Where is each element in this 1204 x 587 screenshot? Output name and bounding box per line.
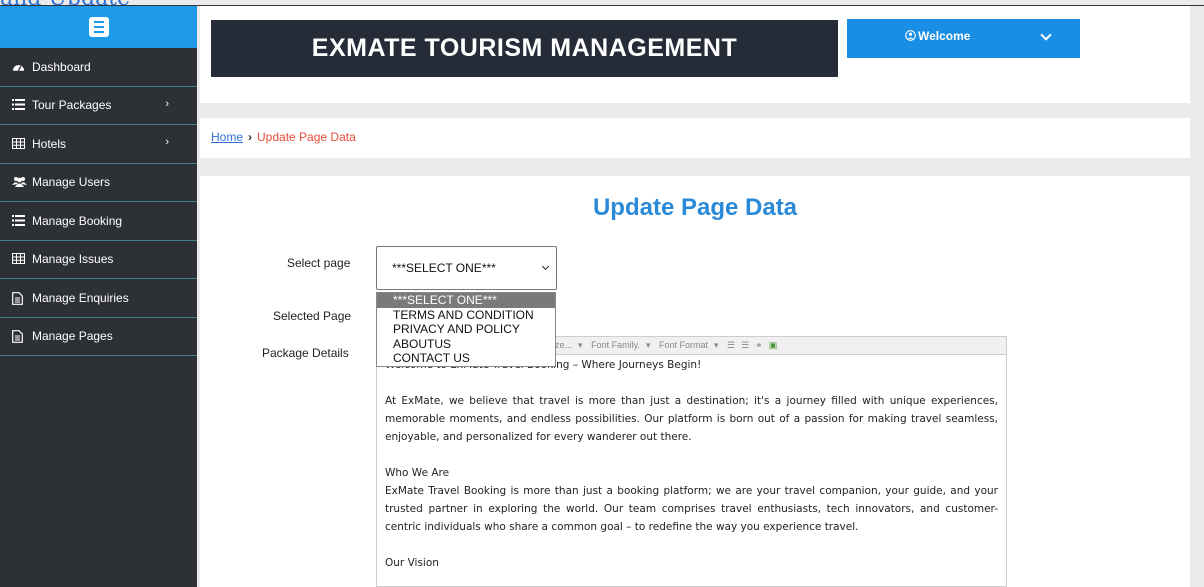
page-select[interactable]: ***SELECT ONE*** [376,246,557,290]
page-select-options: ***SELECT ONE*** TERMS AND CONDITION PRI… [376,292,556,367]
font-family-select[interactable]: Font Family. [591,340,640,350]
editor-paragraph: At ExMate, we believe that travel is mor… [385,395,998,443]
package-details-label: Package Details [262,346,349,360]
option-select-one[interactable]: ***SELECT ONE*** [377,293,555,308]
table-icon [12,137,26,150]
option-privacy[interactable]: PRIVACY AND POLICY [377,322,555,337]
sidebar-item-tour-packages[interactable]: Tour Packages › [0,87,197,125]
sidebar-item-manage-users[interactable]: Manage Users [0,164,197,202]
menu-toggle-icon[interactable] [88,17,109,37]
welcome-label: Welcome [918,29,971,43]
sidebar-item-label: Manage Issues [32,252,114,267]
image-icon[interactable]: ▣ [769,340,778,350]
sidebar-item-label: Dashboard [32,59,91,74]
option-contact[interactable]: CONTACT US [377,351,555,366]
dashboard-icon [12,61,26,73]
sidebar-item-label: Hotels [32,136,67,151]
sidebar: Dashboard Tour Packages › Hotels › Manage Use… [0,6,197,587]
welcome-dropdown[interactable]: Welcome [847,19,1080,58]
editor-heading: Who We Are [385,467,450,479]
header: EXMATE TOURISM MANAGEMENT Welcome [200,6,1190,103]
file-icon [12,291,26,305]
list-icon [12,99,26,111]
users-icon [12,176,27,188]
editor-content[interactable]: Welcome to ExMate Travel Booking – Where… [377,355,1006,572]
sidebar-item-manage-booking[interactable]: Manage Booking [0,202,197,241]
user-icon [905,30,916,41]
font-size-select[interactable]: ze... [555,340,572,350]
sidebar-item-hotels[interactable]: Hotels › [0,125,197,164]
sidebar-item-dashboard[interactable]: Dashboard [0,48,197,87]
selected-page-label: Selected Page [273,309,352,323]
page-title: Update Page Data [592,194,798,221]
chevron-right-icon: › [165,136,169,148]
sidebar-item-manage-issues[interactable]: Manage Issues [0,241,197,279]
breadcrumb-home-link[interactable]: Home [211,130,243,144]
sidebar-item-label: Manage Booking [32,213,123,228]
sidebar-item-label: Manage Enquiries [32,290,129,305]
sidebar-item-label: Manage Users [32,175,111,190]
sidebar-item-label: Manage Pages [32,329,113,344]
breadcrumb: Home › Update Page Data [200,118,1190,158]
breadcrumb-separator-icon: › [248,130,253,144]
main-card: Update Page Data Select page Selected Pa… [200,176,1190,587]
rich-text-editor[interactable]: ze...▾ Font Family.▾ Font Format▾ ☰☰⚭▣ W… [376,336,1007,587]
editor-heading: Our Vision [385,557,439,569]
font-format-select[interactable]: Font Format [659,340,708,350]
sidebar-header [0,6,197,48]
option-terms[interactable]: TERMS AND CONDITION [377,308,555,323]
select-page-label: Select page [287,256,351,270]
table-icon [12,253,26,265]
sidebar-item-manage-enquiries[interactable]: Manage Enquiries [0,279,197,318]
breadcrumb-current: Update Page Data [257,130,356,144]
link-icon[interactable]: ⚭ [755,340,763,350]
page-select-value: ***SELECT ONE*** [392,261,496,275]
outdent-icon[interactable]: ☰ [741,340,749,350]
option-aboutus[interactable]: ABOUTUS [377,337,555,352]
editor-paragraph: ExMate Travel Booking is more than just … [385,485,998,533]
file-icon [12,330,26,344]
sidebar-item-manage-pages[interactable]: Manage Pages [0,318,197,356]
chevron-down-icon [1040,29,1052,41]
list-icon [12,214,26,227]
sidebar-item-label: Tour Packages [32,98,112,113]
chevron-right-icon: › [165,97,169,110]
chevron-down-icon [541,262,550,271]
indent-icon[interactable]: ☰ [727,340,735,350]
brand-title: EXMATE TOURISM MANAGEMENT [211,20,838,77]
